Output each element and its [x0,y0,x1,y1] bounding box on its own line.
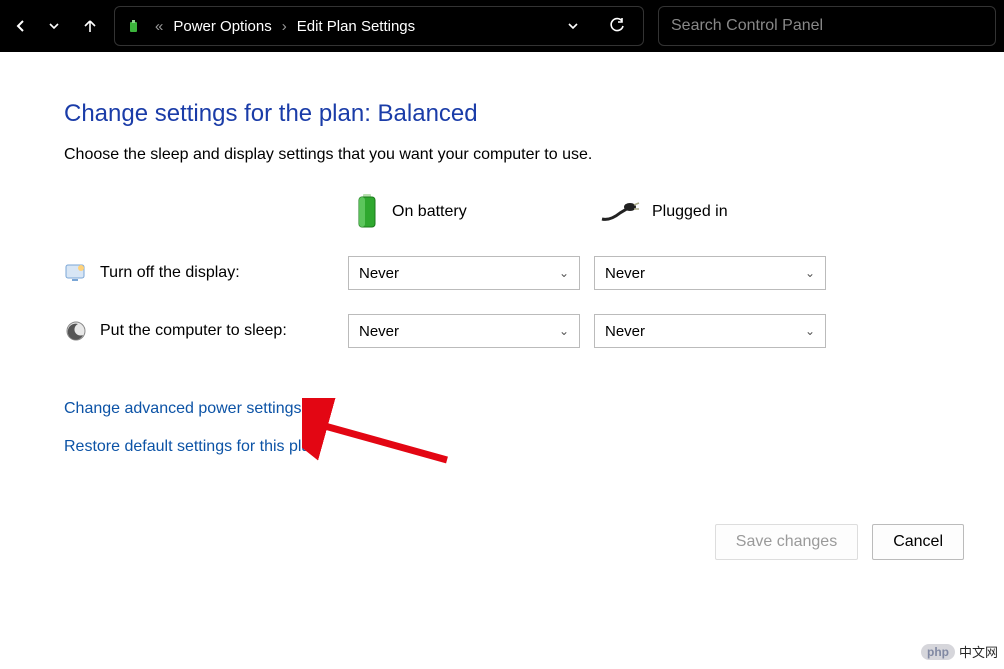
chevron-down-icon: ⌄ [805,266,815,280]
refresh-icon [608,17,626,35]
chevron-down-icon: ⌄ [805,324,815,338]
display-plugged-select[interactable]: Never ⌄ [594,256,826,290]
display-plugged-value: Never [605,265,645,282]
chevron-down-icon [566,19,580,33]
watermark-badge: php [921,644,955,660]
main-content: Change settings for the plan: Balanced C… [0,52,1004,456]
display-battery-select[interactable]: Never ⌄ [348,256,580,290]
search-field[interactable] [658,6,996,46]
nav-back-button[interactable] [0,0,36,52]
footer-buttons: Save changes Cancel [715,524,964,560]
column-header-battery-label: On battery [392,203,467,221]
save-button: Save changes [715,524,858,560]
monitor-icon [64,261,88,285]
row-label-display-text: Turn off the display: [100,264,240,282]
breadcrumb-prefix: « [155,18,163,35]
toolbar: « Power Options › Edit Plan Settings [0,0,1004,52]
column-header-plugged: Plugged in [594,199,826,225]
back-arrow-icon [14,19,28,33]
sleep-plugged-value: Never [605,323,645,340]
display-battery-value: Never [359,265,399,282]
refresh-button[interactable] [601,17,633,35]
plug-icon [600,199,640,225]
breadcrumb: « Power Options › Edit Plan Settings [155,18,545,35]
recent-locations-dropdown[interactable] [38,19,70,33]
chevron-down-icon [47,19,61,33]
breadcrumb-item-edit-plan[interactable]: Edit Plan Settings [297,18,415,35]
battery-icon [354,192,380,232]
page-subtext: Choose the sleep and display settings th… [64,146,1004,164]
row-label-sleep: Put the computer to sleep: [64,319,334,343]
link-advanced-settings[interactable]: Change advanced power settings [64,400,1004,418]
address-bar[interactable]: « Power Options › Edit Plan Settings [114,6,644,46]
power-icon [125,17,143,35]
breadcrumb-item-power-options[interactable]: Power Options [173,18,271,35]
settings-grid: On battery Plugged in [64,192,1004,348]
link-restore-defaults[interactable]: Restore default settings for this plan [64,438,1004,456]
up-arrow-icon [82,18,98,34]
watermark-text: 中文网 [959,642,998,661]
sleep-battery-select[interactable]: Never ⌄ [348,314,580,348]
column-header-battery: On battery [348,192,580,232]
breadcrumb-separator: › [282,18,287,35]
cancel-button[interactable]: Cancel [872,524,964,560]
address-dropdown-button[interactable] [557,19,589,33]
chevron-down-icon: ⌄ [559,324,569,338]
column-header-plugged-label: Plugged in [652,203,728,221]
nav-up-button[interactable] [72,0,108,52]
sleep-plugged-select[interactable]: Never ⌄ [594,314,826,348]
search-input[interactable] [671,17,983,35]
row-label-display: Turn off the display: [64,261,334,285]
row-label-sleep-text: Put the computer to sleep: [100,322,287,340]
chevron-down-icon: ⌄ [559,266,569,280]
page-title: Change settings for the plan: Balanced [64,100,1004,128]
sleep-battery-value: Never [359,323,399,340]
moon-icon [64,319,88,343]
watermark: php 中文网 [921,642,998,661]
